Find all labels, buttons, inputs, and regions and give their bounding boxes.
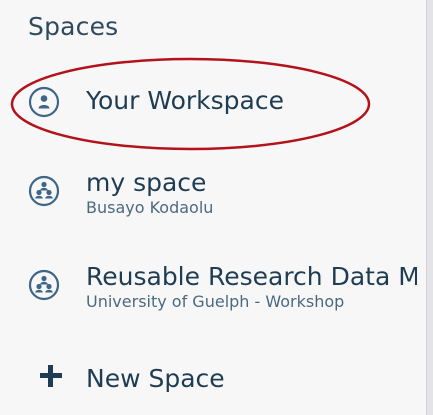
space-item-owner: Busayo Kodaolu: [86, 198, 214, 217]
person-icon: [28, 86, 60, 118]
space-item-your-workspace[interactable]: Your Workspace: [28, 86, 417, 118]
plus-icon: [40, 365, 62, 387]
spaces-heading: Spaces: [28, 12, 119, 41]
space-item-label: Reusable Research Data M: [86, 262, 417, 291]
space-item-label: my space: [86, 168, 207, 197]
space-item-label: Your Workspace: [86, 86, 284, 115]
space-item-reusable-research-data[interactable]: Reusable Research Data M University of G…: [28, 262, 417, 312]
space-item-my-space[interactable]: my space Busayo Kodaolu: [28, 168, 417, 218]
new-space-label: New Space: [86, 364, 225, 393]
group-icon: [28, 269, 60, 301]
sidebar-scrollbar[interactable]: [426, 0, 433, 415]
space-item-owner: University of Guelph - Workshop: [86, 292, 345, 311]
group-icon: [28, 175, 60, 207]
